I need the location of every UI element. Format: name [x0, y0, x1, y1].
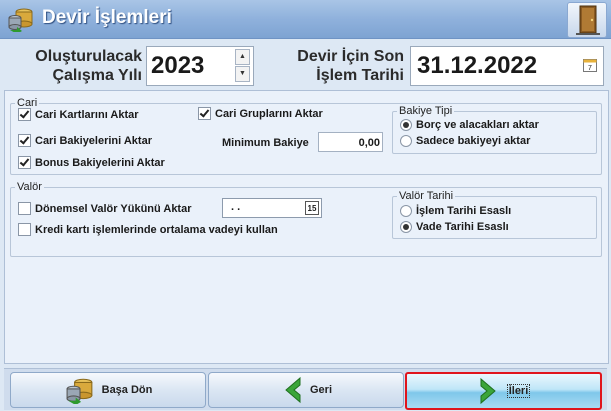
islem-tarihi-label: İşlem Tarihi Esaslı [416, 205, 512, 217]
geri-button[interactable]: Geri [208, 372, 404, 408]
door-exit-icon [576, 5, 600, 35]
checkbox-box[interactable] [18, 202, 31, 215]
last-transaction-date-field[interactable]: 31.12.2022 7 [410, 46, 604, 86]
calendar-icon[interactable]: 15 [305, 201, 319, 215]
borc-alacak-label: Borç ve alacakları aktar [416, 119, 539, 131]
spin-up-icon[interactable]: ▲ [235, 49, 250, 65]
cari-gruplari-checkbox[interactable]: Cari Gruplarını Aktar [198, 107, 323, 120]
sadece-bakiye-label: Sadece bakiyeyi aktar [416, 135, 531, 147]
valor-date-value[interactable]: . . [231, 201, 240, 213]
year-label: Oluşturulacak Çalışma Yılı [14, 47, 142, 85]
min-bakiye-input[interactable]: 0,00 [318, 132, 383, 152]
exit-button[interactable] [567, 2, 607, 38]
vade-tarihi-label: Vade Tarihi Esaslı [416, 221, 509, 233]
valor-date-field[interactable]: . . 15 [222, 198, 322, 218]
database-transfer-icon [8, 8, 33, 32]
bonus-bakiyeleri-checkbox[interactable]: Bonus Bakiyelerini Aktar [18, 156, 165, 169]
islem-tarihi-radio[interactable]: İşlem Tarihi Esaslı [400, 205, 511, 217]
checkbox-box[interactable] [198, 107, 211, 120]
basa-don-button[interactable]: Başa Dön [10, 372, 206, 408]
database-restart-icon [66, 378, 93, 404]
checkbox-box[interactable] [18, 108, 31, 121]
bakiye-tipi-legend: Bakiye Tipi [399, 105, 453, 117]
basa-don-label: Başa Dön [101, 384, 153, 396]
date-label: Devir İçin Son İşlem Tarihi [262, 47, 404, 85]
year-label-line2: Çalışma Yılı [52, 67, 142, 84]
geri-label: Geri [309, 384, 332, 396]
window-title: Devir İşlemleri [42, 7, 172, 28]
date-label-line1: Devir İçin Son [297, 48, 404, 65]
year-value[interactable]: 2023 [151, 52, 204, 80]
checkbox-box[interactable] [18, 134, 31, 147]
cari-bakiyeleri-checkbox[interactable]: Cari Bakiyelerini Aktar [18, 134, 152, 147]
sadece-bakiye-radio[interactable]: Sadece bakiyeyi aktar [400, 135, 530, 147]
svg-text:7: 7 [588, 65, 592, 72]
kredi-karti-checkbox[interactable]: Kredi kartı işlemlerinde ortalama vadeyi… [18, 223, 278, 236]
radio-dot[interactable] [400, 119, 412, 131]
cari-gruplari-label: Cari Gruplarını Aktar [215, 107, 323, 120]
cari-kartlari-checkbox[interactable]: Cari Kartlarını Aktar [18, 108, 139, 121]
arrow-right-icon [480, 377, 496, 405]
arrow-left-icon [285, 376, 301, 404]
year-label-line1: Oluşturulacak [35, 48, 142, 65]
vade-tarihi-radio[interactable]: Vade Tarihi Esaslı [400, 221, 509, 233]
kredi-karti-label: Kredi kartı işlemlerinde ortalama vadeyi… [35, 223, 278, 236]
donemsel-valor-checkbox[interactable]: Dönemsel Valör Yükünü Aktar [18, 202, 192, 215]
valor-legend: Valör [17, 181, 42, 193]
ileri-button[interactable]: İleri [405, 372, 602, 410]
cari-kartlari-label: Cari Kartlarını Aktar [35, 108, 139, 121]
year-stepper[interactable]: 2023 ▲ ▼ [146, 46, 254, 86]
checkbox-box[interactable] [18, 156, 31, 169]
radio-dot[interactable] [400, 221, 412, 233]
date-label-line2: İşlem Tarihi [316, 67, 404, 84]
year-spin-buttons[interactable]: ▲ ▼ [235, 49, 250, 82]
date-value[interactable]: 31.12.2022 [417, 52, 537, 80]
borc-alacak-radio[interactable]: Borç ve alacakları aktar [400, 119, 539, 131]
spin-down-icon[interactable]: ▼ [235, 66, 250, 82]
ileri-label: İleri [506, 384, 531, 398]
bonus-bakiyeleri-label: Bonus Bakiyelerini Aktar [35, 156, 165, 169]
calendar-icon[interactable]: 7 [583, 58, 597, 72]
valor-tarihi-legend: Valör Tarihi [399, 190, 454, 202]
donemsel-valor-label: Dönemsel Valör Yükünü Aktar [35, 202, 192, 215]
radio-dot[interactable] [400, 205, 412, 217]
radio-dot[interactable] [400, 135, 412, 147]
cari-bakiyeleri-label: Cari Bakiyelerini Aktar [35, 134, 152, 147]
min-bakiye-label: Minimum Bakiye [222, 137, 309, 149]
checkbox-box[interactable] [18, 223, 31, 236]
title-bar: Devir İşlemleri [0, 0, 611, 39]
